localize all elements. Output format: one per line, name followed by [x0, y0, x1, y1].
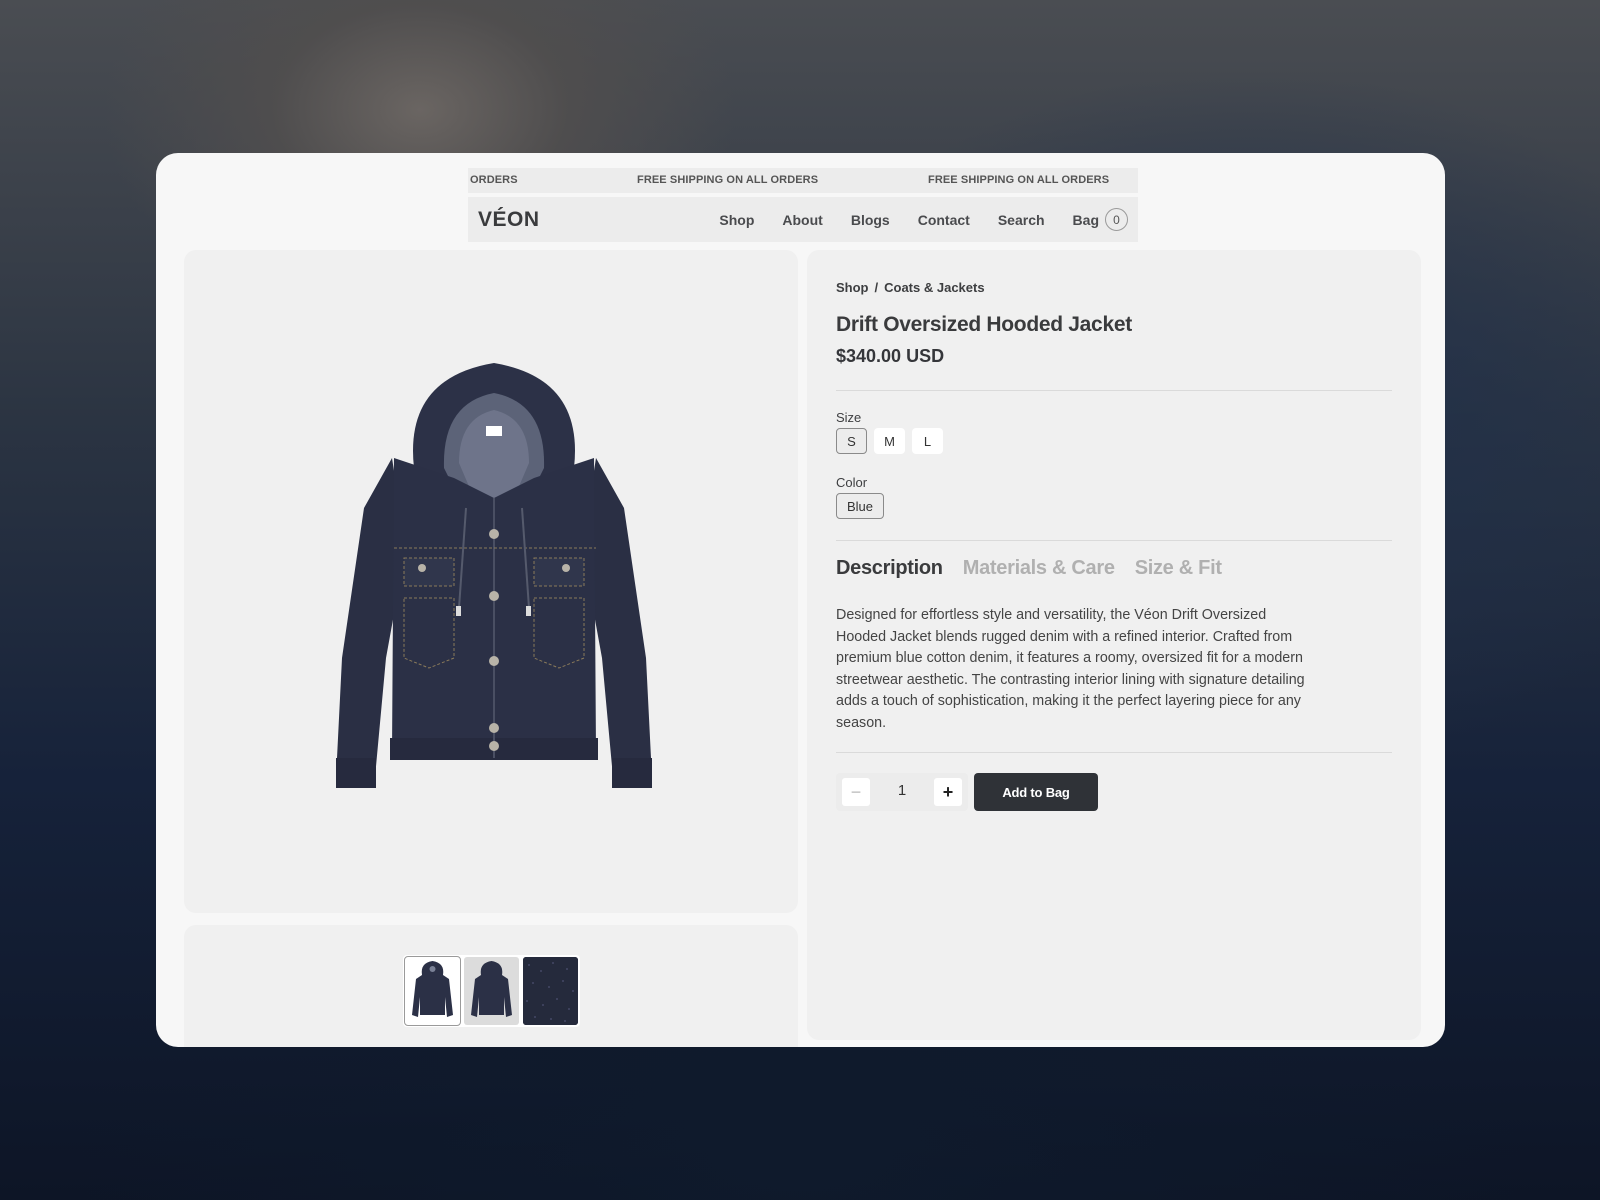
divider	[836, 752, 1392, 753]
size-option-m[interactable]: M	[874, 428, 905, 454]
divider	[836, 390, 1392, 391]
product-image-panel	[184, 250, 798, 913]
announcement-text: FREE SHIPPING ON ALL ORDERS	[637, 174, 819, 186]
color-label: Color	[836, 475, 868, 490]
product-info-panel: Shop / Coats & Jackets Drift Oversized H…	[807, 250, 1421, 1040]
thumbnail-strip	[403, 955, 580, 1027]
thumbnail-jacket-front[interactable]	[404, 956, 461, 1026]
size-label: Size	[836, 410, 862, 425]
nav-link-shop[interactable]: Shop	[719, 212, 754, 228]
announcement-text: ORDERS	[470, 174, 518, 186]
breadcrumb-shop[interactable]: Shop	[836, 280, 869, 295]
quantity-stepper: − 1 +	[836, 773, 968, 811]
bag-count-badge: 0	[1105, 208, 1128, 231]
add-to-bag-button[interactable]: Add to Bag	[974, 773, 1098, 811]
tab-size-fit[interactable]: Size & Fit	[1135, 557, 1222, 580]
divider	[836, 540, 1392, 541]
size-options: S M L	[836, 428, 943, 454]
color-option-blue[interactable]: Blue	[836, 493, 885, 519]
product-price: $340.00 USD	[836, 346, 945, 366]
tab-materials-care[interactable]: Materials & Care	[963, 557, 1115, 580]
nav-link-contact[interactable]: Contact	[918, 212, 970, 228]
size-option-s[interactable]: S	[836, 428, 867, 454]
size-option-l[interactable]: L	[912, 428, 943, 454]
breadcrumb-separator: /	[874, 280, 879, 295]
product-title: Drift Oversized Hooded Jacket	[836, 313, 1132, 336]
product-image	[336, 363, 652, 788]
color-options: Blue	[836, 493, 885, 519]
nav-link-search[interactable]: Search	[998, 212, 1045, 228]
product-description: Designed for effortless style and versat…	[836, 607, 1305, 731]
nav-link-blogs[interactable]: Blogs	[851, 212, 890, 228]
quantity-decrease-button[interactable]: −	[842, 778, 870, 806]
announcement-bar: ORDERS FREE SHIPPING ON ALL ORDERS FREE …	[468, 168, 1138, 193]
tab-description[interactable]: Description	[836, 557, 943, 580]
top-nav: VÉON Shop About Blogs Contact Search Bag…	[468, 197, 1138, 242]
announcement-text: FREE SHIPPING ON ALL ORDERS	[928, 174, 1110, 186]
bag-label: Bag	[1072, 211, 1099, 228]
browser-window: ORDERS FREE SHIPPING ON ALL ORDERS FREE …	[156, 153, 1445, 1047]
nav-link-about[interactable]: About	[782, 212, 822, 228]
thumbnail-panel	[184, 925, 798, 1047]
quantity-value[interactable]: 1	[898, 782, 906, 799]
breadcrumb: Shop / Coats & Jackets	[836, 280, 985, 295]
quantity-increase-button[interactable]: +	[934, 778, 962, 806]
nav-links: Shop About Blogs Contact Search Bag 0	[719, 197, 1128, 242]
product-tabs: Description Materials & Care Size & Fit	[836, 557, 1222, 580]
bag-button[interactable]: Bag 0	[1073, 208, 1128, 231]
thumbnail-jacket-back[interactable]	[464, 957, 519, 1025]
breadcrumb-category[interactable]: Coats & Jackets	[884, 280, 984, 295]
thumbnail-denim-texture[interactable]	[523, 957, 578, 1025]
brand-logo[interactable]: VÉON	[478, 208, 540, 232]
